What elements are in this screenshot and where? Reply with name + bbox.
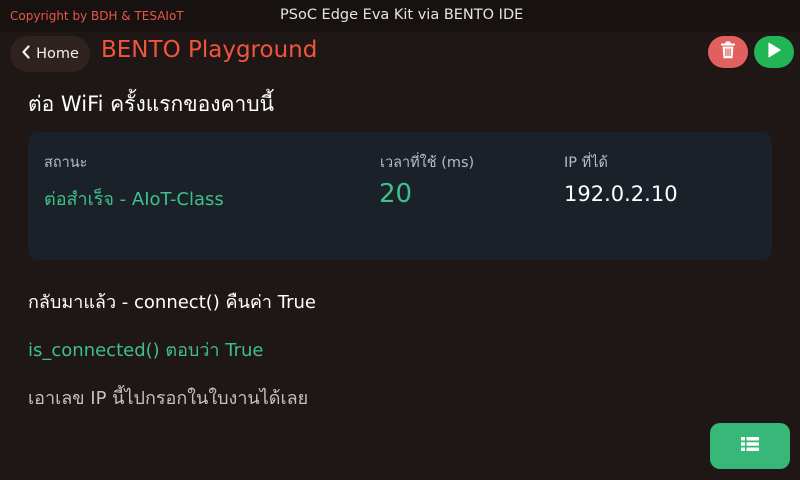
result-line-connect: กลับมาแล้ว - connect() คืนค่า True xyxy=(28,292,316,313)
list-icon xyxy=(741,436,759,456)
delete-button[interactable] xyxy=(708,36,748,68)
ip-value: 192.0.2.10 xyxy=(564,182,678,206)
app-title: BENTO Playground xyxy=(101,37,318,63)
result-line-is-connected: is_connected() ตอบว่า True xyxy=(28,340,264,361)
home-label: Home xyxy=(36,46,79,62)
chevron-left-icon xyxy=(21,45,31,63)
kit-title: PSoC Edge Eva Kit via BENTO IDE xyxy=(280,7,524,23)
play-icon xyxy=(767,42,781,62)
ip-label: IP ที่ได้ xyxy=(564,155,608,171)
status-value: ต่อสำเร็จ - AIoT-Class xyxy=(44,189,224,210)
stats-panel: สถานะ ต่อสำเร็จ - AIoT-Class เวลาที่ใช้ … xyxy=(28,132,772,260)
instruction-line: เอาเลข IP นี้ไปกรอกในใบงานได้เลย xyxy=(28,388,309,409)
home-button[interactable]: Home xyxy=(10,36,90,72)
run-button[interactable] xyxy=(754,36,794,68)
list-button[interactable] xyxy=(710,423,790,469)
top-bar: Copyright by BDH & TESAIoT PSoC Edge Eva… xyxy=(0,0,800,32)
copyright-text: Copyright by BDH & TESAIoT xyxy=(10,9,184,23)
trash-icon xyxy=(720,41,736,63)
time-label: เวลาที่ใช้ (ms) xyxy=(380,155,475,171)
page-title: ต่อ WiFi ครั้งแรกของคาบนี้ xyxy=(28,92,274,116)
status-label: สถานะ xyxy=(44,155,88,171)
time-value: 20 xyxy=(379,179,413,209)
